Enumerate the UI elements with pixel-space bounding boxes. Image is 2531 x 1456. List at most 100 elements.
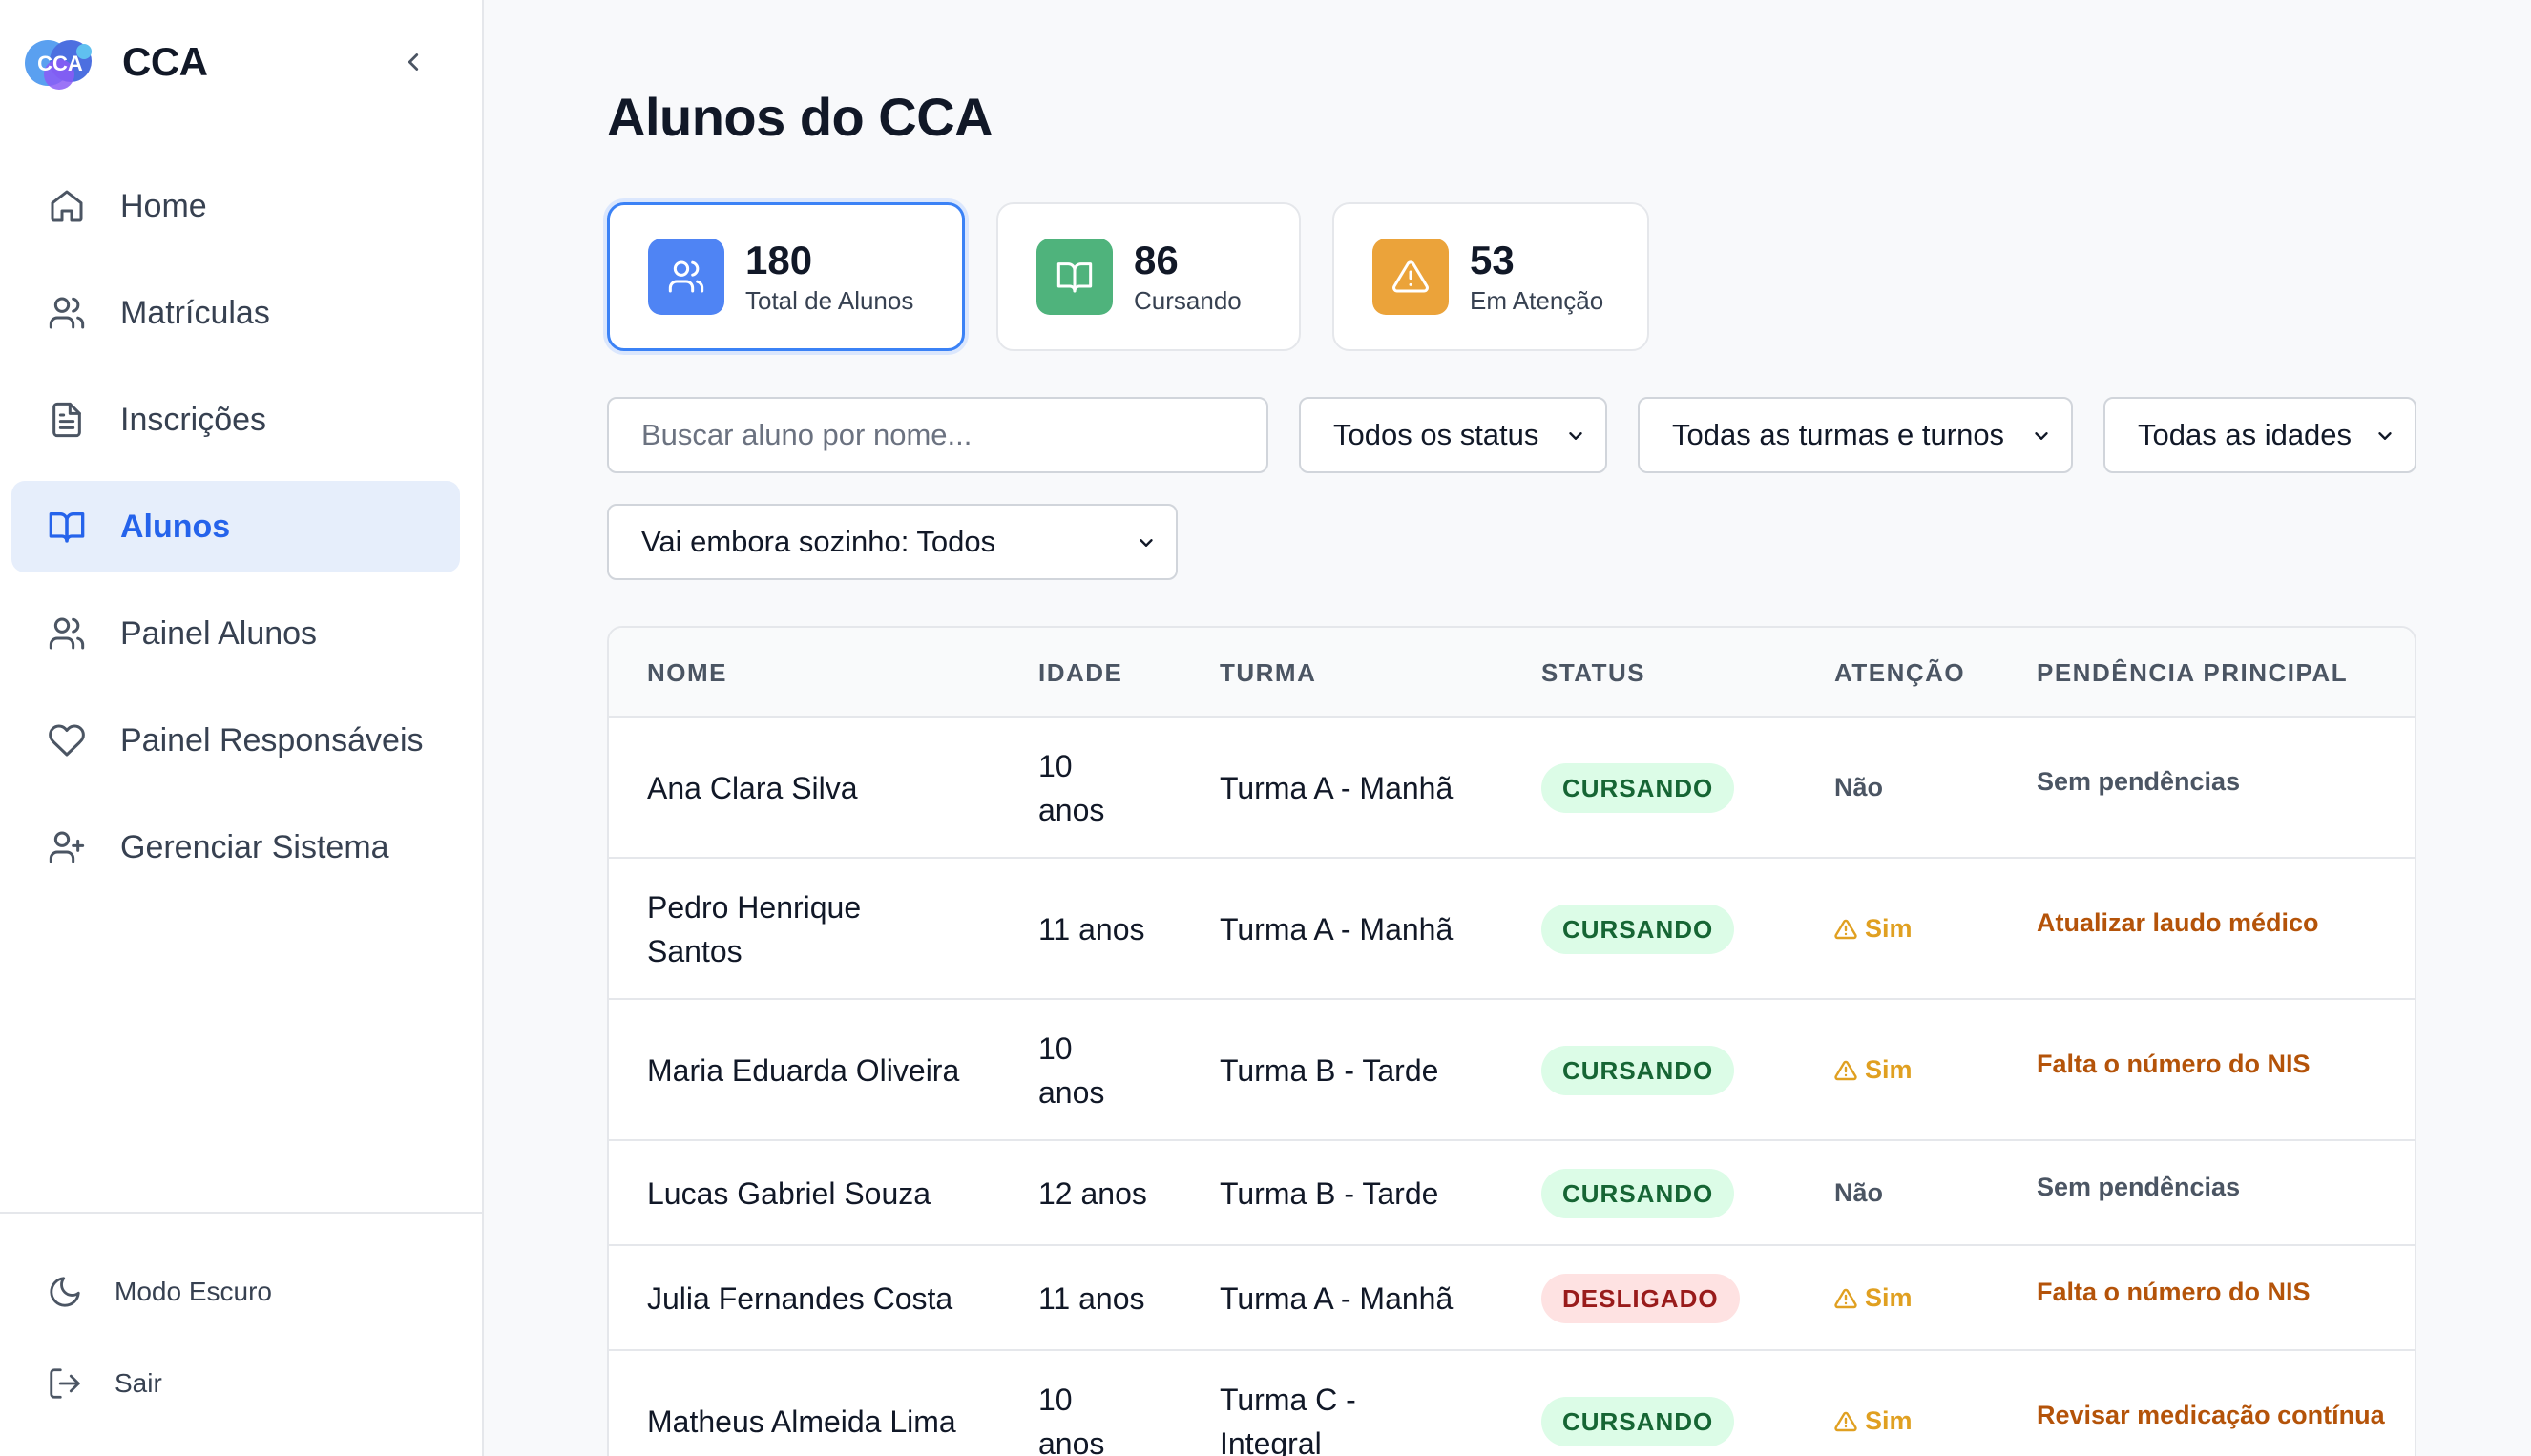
stat-value: 86	[1134, 238, 1179, 282]
sidebar-item-label: Gerenciar Sistema	[120, 828, 389, 865]
sidebar-item-gerenciar-sistema[interactable]: Gerenciar Sistema	[11, 801, 460, 893]
student-name[interactable]: Matheus Almeida Lima	[647, 1400, 972, 1444]
brand[interactable]: CCA CCA	[21, 32, 208, 92]
sidebar-item-label: Painel Responsáveis	[120, 721, 424, 759]
idade-filter-value: Todas as idades	[2138, 418, 2353, 451]
cell-line: Santos	[647, 934, 743, 968]
main-pending-issue: Revisar medicação contínua	[2037, 1401, 2385, 1429]
cell-line: Turma B - Tarde	[1220, 1176, 1439, 1211]
logout-button[interactable]: Sair	[46, 1355, 162, 1412]
main-pending-issue: Sem pendências	[2037, 1173, 2241, 1201]
status-badge: CURSANDO	[1541, 1046, 1735, 1095]
student-age: 10 anos	[1038, 744, 1104, 832]
status-badge: CURSANDO	[1541, 905, 1735, 954]
student-name[interactable]: Lucas Gabriel Souza	[647, 1172, 972, 1216]
alert-triangle-icon	[1834, 918, 1857, 941]
stat-card-em-atencao[interactable]: 53 Em Atenção	[1332, 202, 1649, 351]
sidebar-item-label: Painel Alunos	[120, 614, 318, 652]
user-plus-icon	[46, 826, 88, 868]
stat-label: Em Atenção	[1470, 286, 1604, 315]
cell-line: anos	[1038, 793, 1105, 827]
cell-line: Maria Eduarda Oliveira	[647, 1053, 960, 1088]
student-name[interactable]: Ana Clara Silva	[647, 766, 972, 810]
table-row[interactable]: Julia Fernandes Costa 11 anos Turma A - Ma…	[609, 1246, 2415, 1351]
main-pending-issue: Falta o número do NIS	[2037, 1050, 2311, 1078]
chevron-down-icon	[1140, 539, 1153, 547]
stat-card-total[interactable]: 180 Total de Alunos	[607, 202, 965, 351]
sidebar-item-matriculas[interactable]: Matrículas	[11, 267, 460, 359]
stat-label: Total de Alunos	[745, 286, 914, 315]
status-filter-select[interactable]: Todos os status	[1299, 397, 1607, 473]
table-header: NOME IDADE TURMA STATUS ATENÇÃO PENDÊNCI…	[609, 628, 2415, 718]
cell-line: Matheus Almeida Lima	[647, 1404, 956, 1439]
turma-filter-select[interactable]: Todas as turmas e turnos	[1638, 397, 2073, 473]
file-text-icon	[46, 399, 88, 441]
sidebar: CCA CCA Home Matrículas Inscrições Aluno…	[0, 0, 484, 1456]
student-class: Turma A - Manhã	[1220, 766, 1453, 810]
status-badge: CURSANDO	[1541, 763, 1735, 813]
sidebar-item-label: Alunos	[120, 508, 231, 545]
search-input[interactable]	[607, 397, 1268, 473]
attention-value: Sim	[1865, 1406, 1913, 1435]
vai-embora-sozinho-value: Vai embora sozinho: Todos	[641, 525, 996, 558]
sidebar-item-label: Inscrições	[120, 401, 267, 438]
main-pending-issue: Atualizar laudo médico	[2037, 908, 2319, 937]
app-name: CCA	[122, 39, 208, 84]
sidebar-nav: Home Matrículas Inscrições Alunos Painel…	[11, 160, 460, 908]
sidebar-item-painel-alunos[interactable]: Painel Alunos	[11, 588, 460, 679]
sidebar-item-inscricoes[interactable]: Inscrições	[11, 374, 460, 466]
collapse-sidebar-button[interactable]	[389, 38, 437, 86]
users-icon	[648, 239, 724, 315]
attention-flag: Sim	[1834, 914, 1913, 944]
alert-triangle-icon	[1834, 1059, 1857, 1082]
attention-value: Não	[1834, 1178, 1884, 1207]
student-name[interactable]: Julia Fernandes Costa	[647, 1277, 972, 1321]
status-badge: CURSANDO	[1541, 1169, 1735, 1218]
stat-card-cursando[interactable]: 86 Cursando	[996, 202, 1301, 351]
column-header-pendencia[interactable]: PENDÊNCIA PRINCIPAL	[2037, 658, 2348, 688]
vai-embora-sozinho-select[interactable]: Vai embora sozinho: Todos	[607, 504, 1178, 580]
heart-icon	[46, 719, 88, 761]
student-name[interactable]: Pedro Henrique Santos	[647, 885, 972, 973]
student-class: Turma A - Manhã	[1220, 1277, 1453, 1321]
stat-value: 180	[745, 238, 813, 282]
cell-line: Turma A - Manhã	[1220, 1281, 1454, 1316]
book-open-icon	[1036, 239, 1113, 315]
stat-value: 53	[1470, 238, 1515, 282]
cell-line: Ana Clara Silva	[647, 771, 858, 805]
column-header-nome[interactable]: NOME	[647, 658, 727, 688]
cell-line: 11 anos	[1038, 1281, 1145, 1316]
column-header-turma[interactable]: TURMA	[1220, 658, 1316, 688]
cell-line: 10	[1038, 749, 1073, 783]
column-header-idade[interactable]: IDADE	[1038, 658, 1122, 688]
stat-label: Cursando	[1134, 286, 1242, 315]
sidebar-item-home[interactable]: Home	[11, 160, 460, 252]
idade-filter-select[interactable]: Todas as idades	[2103, 397, 2416, 473]
student-name[interactable]: Maria Eduarda Oliveira	[647, 1049, 972, 1092]
table-row[interactable]: Maria Eduarda Oliveira 10 anos Turma B - Ta…	[609, 1000, 2415, 1141]
dark-mode-toggle[interactable]: Modo Escuro	[46, 1263, 272, 1321]
sidebar-item-painel-responsaveis[interactable]: Painel Responsáveis	[11, 695, 460, 786]
table-row[interactable]: Lucas Gabriel Souza 12 anos Turma B - Tard…	[609, 1141, 2415, 1246]
status-filter-value: Todos os status	[1333, 418, 1539, 451]
attention-value: Sim	[1865, 914, 1913, 943]
status-badge: CURSANDO	[1541, 1397, 1735, 1446]
chevron-down-icon	[2035, 432, 2048, 440]
sidebar-item-label: Home	[120, 187, 207, 224]
alert-triangle-icon	[1834, 1410, 1857, 1433]
cell-line: Turma A - Manhã	[1220, 771, 1454, 805]
cell-line: Lucas Gabriel Souza	[647, 1176, 931, 1211]
chevron-down-icon	[2378, 432, 2392, 440]
student-class: Turma B - Tarde	[1220, 1172, 1438, 1216]
cell-line: Turma C -	[1220, 1383, 1356, 1417]
cell-line: anos	[1038, 1075, 1105, 1110]
cell-line: Julia Fernandes Costa	[647, 1281, 953, 1316]
table-row[interactable]: Pedro Henrique Santos 11 anos Turma A - Man…	[609, 859, 2415, 1000]
turma-filter-value: Todas as turmas e turnos	[1672, 418, 2005, 451]
sidebar-item-alunos[interactable]: Alunos	[11, 481, 460, 572]
table-row[interactable]: Matheus Almeida Lima 10 anos Turma C - Integ…	[609, 1351, 2415, 1456]
column-header-atencao[interactable]: ATENÇÃO	[1834, 658, 1965, 688]
column-header-status[interactable]: STATUS	[1541, 658, 1645, 688]
table-row[interactable]: Ana Clara Silva 10 anos Turma A - Manhã CURS…	[609, 718, 2415, 859]
sidebar-item-label: Matrículas	[120, 294, 270, 331]
